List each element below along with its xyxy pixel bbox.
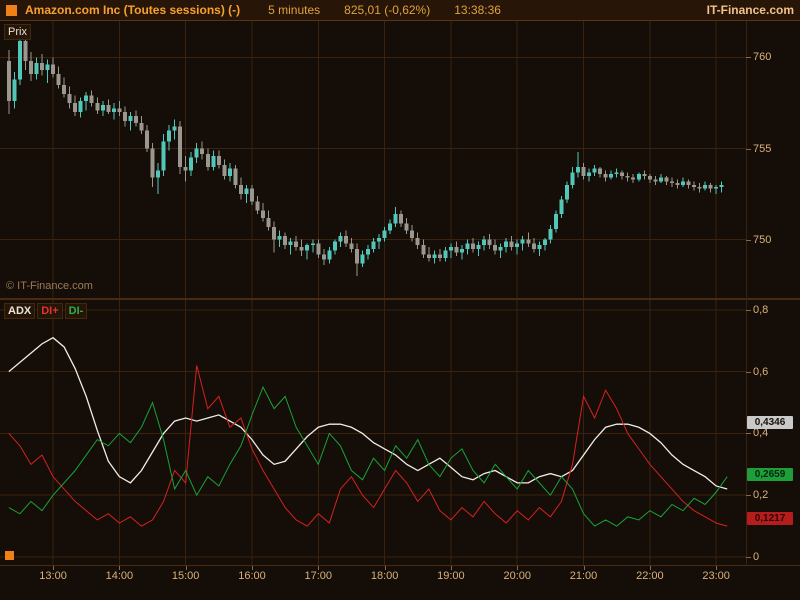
watermark: © IT-Finance.com [6, 280, 93, 292]
time-axis[interactable] [0, 566, 800, 600]
brand-label: IT-Finance.com [706, 3, 794, 17]
clock-label: 13:38:36 [454, 3, 501, 17]
price-candlestick-chart[interactable] [0, 21, 746, 298]
legend-di-minus[interactable]: DI- [64, 303, 88, 319]
trading-chart-window: Amazon.com Inc (Toutes sessions) (-) 5 m… [0, 0, 800, 600]
timeframe-label: 5 minutes [268, 3, 321, 17]
legend-adx[interactable]: ADX [4, 303, 36, 319]
price-panel-label[interactable]: Prix [4, 24, 31, 40]
title-bar: Amazon.com Inc (Toutes sessions) (-) 5 m… [0, 0, 800, 21]
last-price-label: 825,01 (-0,62%) [344, 3, 431, 17]
legend-di-plus[interactable]: DI+ [37, 303, 63, 319]
price-panel: Prix © IT-Finance.com [0, 21, 800, 300]
panel-marker-icon[interactable] [5, 551, 14, 560]
app-logo-icon [6, 4, 17, 16]
axis-separator-line [746, 21, 747, 566]
adx-legend: ADX DI+ DI- [4, 303, 88, 319]
adx-indicator-chart[interactable] [0, 300, 746, 565]
adx-panel: ADX DI+ DI- [0, 300, 800, 566]
instrument-title: Amazon.com Inc (Toutes sessions) (-) [25, 3, 241, 17]
